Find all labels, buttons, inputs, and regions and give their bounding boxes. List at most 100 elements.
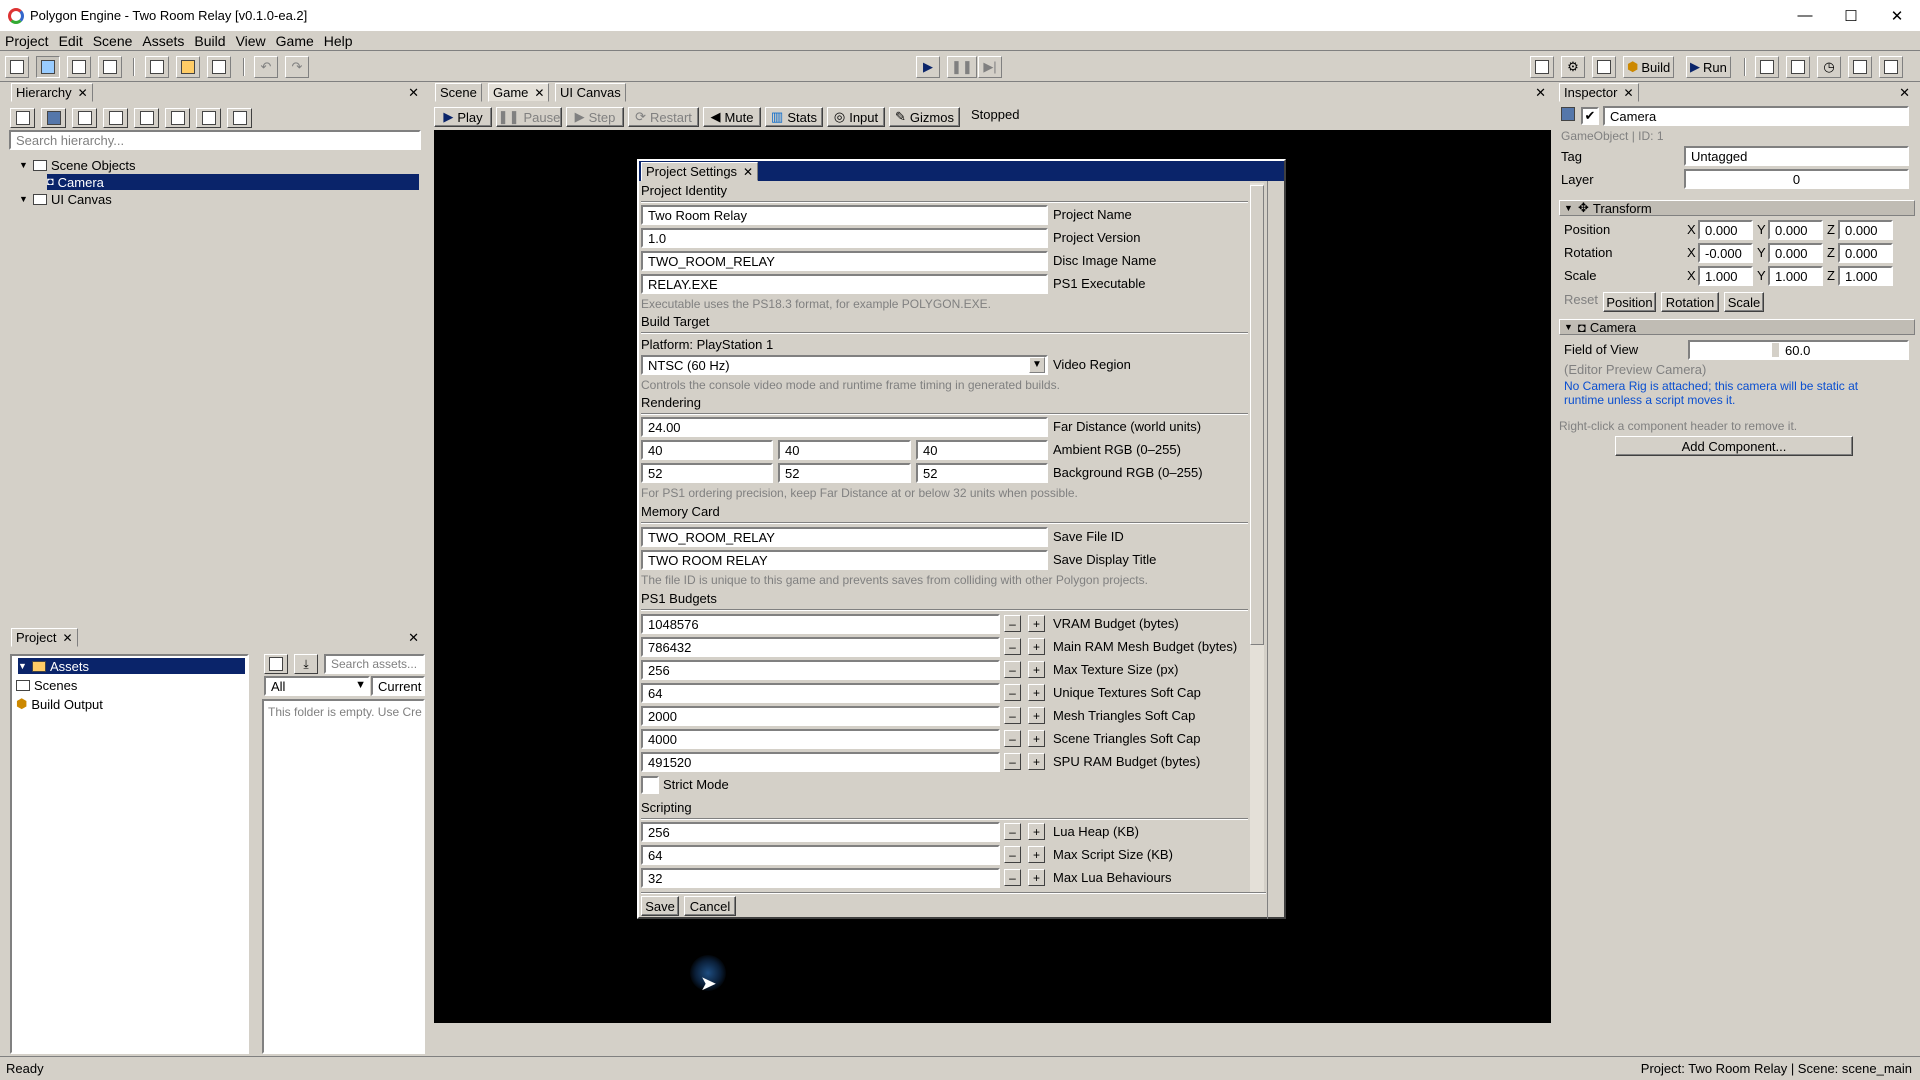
unique-textures-increment[interactable]: + xyxy=(1028,684,1045,701)
duplicate-button[interactable] xyxy=(134,108,159,128)
spu-ram-increment[interactable]: + xyxy=(1028,753,1045,770)
background-r-input[interactable]: 52 xyxy=(641,463,773,483)
game-gizmos-button[interactable]: ✎ Gizmos xyxy=(889,107,960,127)
panel-close-icon[interactable]: ✕ xyxy=(408,630,419,646)
position-z-input[interactable]: 0.000 xyxy=(1838,220,1893,240)
background-b-input[interactable]: 52 xyxy=(916,463,1048,483)
settings-button[interactable]: ⚙ xyxy=(1561,56,1585,78)
close-icon[interactable]: ✕ xyxy=(1623,86,1633,100)
unique-textures-input[interactable]: 64 xyxy=(641,683,1000,703)
build-button[interactable]: ⬢ Build xyxy=(1623,56,1675,78)
undo-button[interactable]: ↶ xyxy=(254,56,278,78)
tab-ui-canvas[interactable]: UI Canvas xyxy=(555,83,626,102)
save-button[interactable]: Save xyxy=(641,896,679,916)
menu-game[interactable]: Game xyxy=(271,33,319,49)
toolbar-icon-6[interactable] xyxy=(1848,56,1872,78)
create-ui-button[interactable] xyxy=(72,108,97,128)
main-ram-mesh-budget-input[interactable]: 786432 xyxy=(641,637,1000,657)
mesh-triangles-increment[interactable]: + xyxy=(1028,707,1045,724)
tab-scene[interactable]: Scene xyxy=(435,83,482,102)
game-pause-button[interactable]: ❚❚ Pause xyxy=(496,107,562,127)
vram-budget-decrement[interactable]: – xyxy=(1004,615,1021,632)
focus-button[interactable] xyxy=(227,108,252,128)
expand-arrow-icon[interactable]: ▼ xyxy=(18,661,28,671)
rotation-z-input[interactable]: 0.000 xyxy=(1838,243,1893,263)
game-play-button[interactable]: ▶ Play xyxy=(434,107,492,127)
spu-ram-budget-input[interactable]: 491520 xyxy=(641,752,1000,772)
new-scene-button[interactable] xyxy=(145,56,169,78)
lua-heap-input[interactable]: 256 xyxy=(641,822,1000,842)
game-restart-button[interactable]: ⟳ Restart xyxy=(628,107,699,127)
game-mute-button[interactable]: ◀ Mute xyxy=(703,107,761,127)
field-of-view-slider[interactable]: 60.0 xyxy=(1688,340,1909,360)
transform-component-header[interactable]: ▼ ✥ Transform xyxy=(1559,200,1915,216)
position-x-input[interactable]: 0.000 xyxy=(1698,220,1753,240)
scale-z-input[interactable]: 1.000 xyxy=(1838,266,1893,286)
lua-heap-decrement[interactable]: – xyxy=(1004,823,1021,840)
scale-tool-button[interactable] xyxy=(98,56,122,78)
project-name-input[interactable]: Two Room Relay xyxy=(641,205,1048,225)
hierarchy-search-input[interactable]: Search hierarchy... xyxy=(9,130,421,150)
asset-filter-select[interactable]: All ▼ xyxy=(264,676,370,696)
slider-handle[interactable] xyxy=(1772,343,1779,357)
layer-slider[interactable]: 0 xyxy=(1684,169,1909,189)
disc-image-name-input[interactable]: TWO_ROOM_RELAY xyxy=(641,251,1048,271)
run-button[interactable]: ▶ Run xyxy=(1686,56,1731,78)
toolbar-icon-5[interactable]: ◷ xyxy=(1817,56,1841,78)
close-icon[interactable]: ✕ xyxy=(62,631,72,645)
save-file-id-input[interactable]: TWO_ROOM_RELAY xyxy=(641,527,1048,547)
create-mesh-button[interactable] xyxy=(41,108,66,128)
game-input-button[interactable]: ◎ Input xyxy=(827,107,885,127)
dialog-scrollbar[interactable] xyxy=(1250,183,1264,893)
open-scene-button[interactable] xyxy=(176,56,200,78)
tab-game[interactable]: Game ✕ xyxy=(488,83,550,102)
camera-component-header[interactable]: ▼ ◘ Camera xyxy=(1559,319,1915,335)
move-tool-button[interactable] xyxy=(36,56,60,78)
strict-mode-checkbox[interactable] xyxy=(641,776,659,794)
menu-assets[interactable]: Assets xyxy=(137,33,189,49)
video-region-select[interactable]: NTSC (60 Hz) ▼ xyxy=(641,355,1048,375)
game-stats-button[interactable]: ▥ Stats xyxy=(765,107,823,127)
close-icon[interactable]: ✕ xyxy=(78,86,88,100)
rotation-y-input[interactable]: 0.000 xyxy=(1768,243,1823,263)
max-lua-behaviours-decrement[interactable]: – xyxy=(1004,869,1021,886)
asset-scope-select[interactable]: Current f xyxy=(371,676,425,696)
hand-tool-button[interactable] xyxy=(5,56,29,78)
tab-project[interactable]: Project ✕ xyxy=(11,628,78,647)
background-g-input[interactable]: 52 xyxy=(778,463,911,483)
toolbar-icon-1[interactable] xyxy=(1530,56,1554,78)
mesh-triangles-decrement[interactable]: – xyxy=(1004,707,1021,724)
game-step-button[interactable]: ▶ Step xyxy=(566,107,624,127)
tab-inspector[interactable]: Inspector ✕ xyxy=(1559,83,1639,102)
delete-button[interactable] xyxy=(165,108,190,128)
tree-item-ui-canvas[interactable]: ▼ UI Canvas xyxy=(19,191,112,207)
maximize-button[interactable]: ☐ xyxy=(1828,0,1874,31)
pause-button[interactable]: ❚❚ xyxy=(947,56,977,78)
panel-close-icon[interactable]: ✕ xyxy=(1535,85,1546,101)
reset-rotation-button[interactable]: Rotation xyxy=(1661,292,1719,312)
scene-triangles-increment[interactable]: + xyxy=(1028,730,1045,747)
download-button[interactable]: ⤓ xyxy=(294,654,318,674)
dropdown-arrow-icon[interactable]: ▼ xyxy=(1029,357,1045,373)
step-button[interactable]: ▶| xyxy=(978,56,1002,78)
tab-project-settings[interactable]: Project Settings ✕ xyxy=(641,162,759,181)
lua-heap-increment[interactable]: + xyxy=(1028,823,1045,840)
reset-position-button[interactable]: Position xyxy=(1603,292,1656,312)
max-script-size-decrement[interactable]: – xyxy=(1004,846,1021,863)
main-ram-increment[interactable]: + xyxy=(1028,638,1045,655)
add-component-button[interactable]: Add Component... xyxy=(1615,436,1853,456)
cancel-button[interactable]: Cancel xyxy=(684,896,736,916)
asset-search-input[interactable]: Search assets... xyxy=(324,654,425,674)
panel-close-icon[interactable]: ✕ xyxy=(408,85,419,101)
toolbar-icon-2[interactable] xyxy=(1592,56,1616,78)
max-script-size-increment[interactable]: + xyxy=(1028,846,1045,863)
close-dialog-icon[interactable]: ✕ xyxy=(743,165,753,179)
mesh-triangles-input[interactable]: 2000 xyxy=(641,706,1000,726)
object-name-input[interactable]: Camera xyxy=(1603,106,1909,126)
menu-view[interactable]: View xyxy=(231,33,271,49)
main-ram-decrement[interactable]: – xyxy=(1004,638,1021,655)
expand-arrow-icon[interactable]: ▼ xyxy=(19,160,29,170)
ambient-b-input[interactable]: 40 xyxy=(916,440,1048,460)
position-y-input[interactable]: 0.000 xyxy=(1768,220,1823,240)
menu-build[interactable]: Build xyxy=(189,33,230,49)
